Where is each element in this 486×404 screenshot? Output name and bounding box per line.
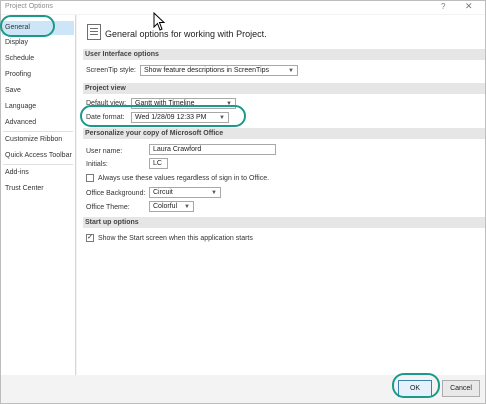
office-theme-value: Colorful — [153, 203, 178, 210]
sidebar-item-add-ins[interactable]: Add-ins — [5, 169, 29, 176]
show-start-checkbox[interactable]: ✓ — [86, 234, 94, 242]
checkmark-icon: ✓ — [87, 234, 93, 241]
screentip-select[interactable]: Show feature descriptions in ScreenTips … — [140, 65, 298, 76]
close-button[interactable]: ✕ — [465, 1, 473, 12]
screentip-value: Show feature descriptions in ScreenTips — [144, 67, 270, 74]
sidebar-item-save[interactable]: Save — [5, 87, 21, 94]
user-name-label: User name: — [86, 148, 123, 155]
office-background-label: Office Background: — [86, 190, 146, 197]
office-theme-label: Office Theme: — [86, 204, 130, 211]
sidebar-item-advanced[interactable]: Advanced — [5, 119, 36, 126]
chevron-down-icon: ▼ — [184, 204, 190, 210]
chevron-down-icon: ▼ — [288, 68, 294, 74]
section-ui-options: User Interface options — [83, 49, 485, 60]
sidebar-divider — [3, 131, 73, 132]
project-options-dialog: Project Options ? ✕ General Display Sche… — [0, 0, 486, 404]
user-name-input[interactable]: Laura Crawford — [149, 144, 276, 155]
chevron-down-icon: ▼ — [211, 190, 217, 196]
section-personalize: Personalize your copy of Microsoft Offic… — [83, 128, 485, 139]
sidebar-item-schedule[interactable]: Schedule — [5, 55, 34, 62]
sidebar-item-display[interactable]: Display — [5, 39, 28, 46]
general-options-panel: General options for working with Project… — [77, 15, 485, 375]
callout-general — [0, 15, 55, 37]
sidebar-item-language[interactable]: Language — [5, 103, 36, 110]
sidebar-item-trust-center[interactable]: Trust Center — [5, 185, 44, 192]
title-bar: Project Options ? ✕ — [1, 1, 485, 14]
options-sidebar: General Display Schedule Proofing Save L… — [1, 15, 76, 375]
always-use-label: Always use these values regardless of si… — [98, 175, 270, 182]
help-button[interactable]: ? — [441, 2, 445, 11]
panel-heading: General options for working with Project… — [105, 29, 267, 39]
section-startup: Start up options — [83, 217, 485, 228]
show-start-label: Show the Start screen when this applicat… — [98, 235, 253, 242]
initials-label: Initials: — [86, 161, 108, 168]
window-title: Project Options — [5, 3, 53, 10]
callout-ok — [392, 373, 440, 398]
sidebar-item-quick-access-toolbar[interactable]: Quick Access Toolbar — [5, 152, 72, 159]
screentip-label: ScreenTip style: — [86, 67, 136, 74]
sidebar-item-customize-ribbon[interactable]: Customize Ribbon — [5, 136, 62, 143]
initials-input[interactable]: LC — [149, 158, 168, 169]
mouse-pointer-icon — [153, 12, 166, 31]
section-project-view: Project view — [83, 83, 485, 94]
office-theme-select[interactable]: Colorful ▼ — [149, 201, 194, 212]
sidebar-divider — [3, 164, 73, 165]
sidebar-item-proofing[interactable]: Proofing — [5, 71, 31, 78]
office-background-select[interactable]: Circuit ▼ — [149, 187, 221, 198]
callout-date-format — [80, 105, 246, 127]
always-use-checkbox[interactable] — [86, 174, 94, 182]
options-document-icon — [87, 24, 101, 40]
office-background-value: Circuit — [153, 189, 173, 196]
cancel-button[interactable]: Cancel — [442, 380, 480, 397]
